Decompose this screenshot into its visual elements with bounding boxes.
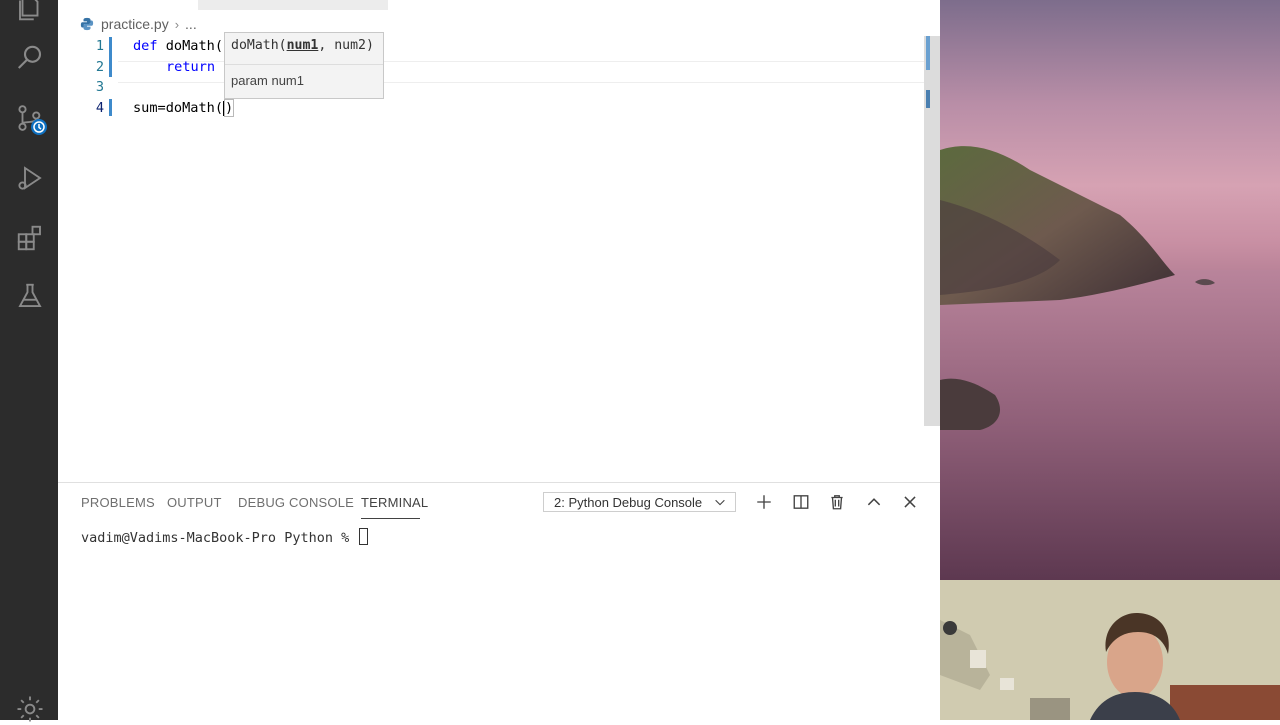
tab-debug-console[interactable]: DEBUG CONSOLE xyxy=(238,495,354,510)
tab-output[interactable]: OUTPUT xyxy=(167,495,222,510)
line-number: 3 xyxy=(95,79,104,96)
active-parameter: num1 xyxy=(286,38,319,53)
code-area[interactable]: 1 def doMath( 2 return 3 4 sum=doMath() xyxy=(58,36,928,119)
active-tab-indicator xyxy=(361,518,420,519)
code-line: 3 xyxy=(58,77,928,98)
activity-bar xyxy=(0,0,58,722)
terminal-output[interactable]: vadim@Vadims-MacBook-Pro Python % xyxy=(81,528,369,546)
tab-strip xyxy=(198,0,388,10)
breadcrumb-file[interactable]: practice.py xyxy=(101,16,169,32)
scrollbar-marker xyxy=(926,36,930,70)
plus-icon xyxy=(757,495,771,509)
signature-help-popup: doMath(num1, num2) param num1 xyxy=(224,32,384,99)
breadcrumb: practice.py › ... xyxy=(80,14,197,34)
parameter-doc: param num1 xyxy=(231,73,304,88)
trash-icon xyxy=(831,495,843,510)
split-icon xyxy=(793,495,809,509)
terminal-select-value: 2: Python Debug Console xyxy=(554,494,703,510)
close-icon xyxy=(904,496,916,508)
split-terminal-button[interactable] xyxy=(790,491,812,513)
line-number: 1 xyxy=(95,38,104,54)
bottom-panel: PROBLEMS OUTPUT DEBUG CONSOLE TERMINAL 2… xyxy=(58,482,940,721)
chevron-up-icon xyxy=(867,498,881,506)
new-terminal-button[interactable] xyxy=(753,491,775,513)
code-text: sum=doMath( xyxy=(133,100,224,117)
matching-bracket: ) xyxy=(224,99,235,118)
signature-label: doMath(num1, num2) xyxy=(231,38,374,53)
kill-terminal-button[interactable] xyxy=(826,491,848,513)
divider xyxy=(225,64,383,65)
terminal-cursor xyxy=(359,528,369,545)
terminal-select[interactable]: 2: Python Debug Console xyxy=(543,492,736,512)
explorer-icon[interactable] xyxy=(14,0,46,24)
clock-badge-icon xyxy=(31,119,47,135)
testing-icon[interactable] xyxy=(14,280,46,312)
code-line: 1 def doMath( xyxy=(58,36,928,57)
keyword: return xyxy=(166,58,216,75)
scrollbar-marker xyxy=(926,90,930,108)
editor[interactable]: practice.py › ... 1 def doMath( 2 return… xyxy=(58,0,940,482)
search-icon[interactable] xyxy=(14,42,46,74)
keyword: def xyxy=(133,38,158,54)
webcam-person-image xyxy=(940,580,1280,720)
python-file-icon xyxy=(80,17,94,31)
webcam-feed xyxy=(940,580,1280,720)
line-number: 4 xyxy=(95,100,104,117)
tab-problems[interactable]: PROBLEMS xyxy=(81,495,155,510)
terminal-prompt: vadim@Vadims-MacBook-Pro Python % xyxy=(81,530,358,546)
desktop-wallpaper xyxy=(940,0,1280,580)
chevron-down-icon xyxy=(715,499,725,506)
settings-gear-icon[interactable] xyxy=(14,693,46,725)
cliff-landscape xyxy=(940,146,1280,580)
run-debug-icon[interactable] xyxy=(14,162,46,194)
line-number: 2 xyxy=(95,58,104,75)
close-panel-button[interactable] xyxy=(899,491,921,513)
tab-terminal[interactable]: TERMINAL xyxy=(361,495,428,510)
code-text: doMath( xyxy=(157,38,224,54)
breadcrumb-symbol[interactable]: ... xyxy=(185,16,197,32)
chevron-right-icon: › xyxy=(174,16,180,32)
maximize-panel-button[interactable] xyxy=(863,491,885,513)
code-line: 4 sum=doMath() xyxy=(58,98,928,119)
code-line: 2 return xyxy=(58,57,928,78)
extensions-icon[interactable] xyxy=(14,222,46,254)
